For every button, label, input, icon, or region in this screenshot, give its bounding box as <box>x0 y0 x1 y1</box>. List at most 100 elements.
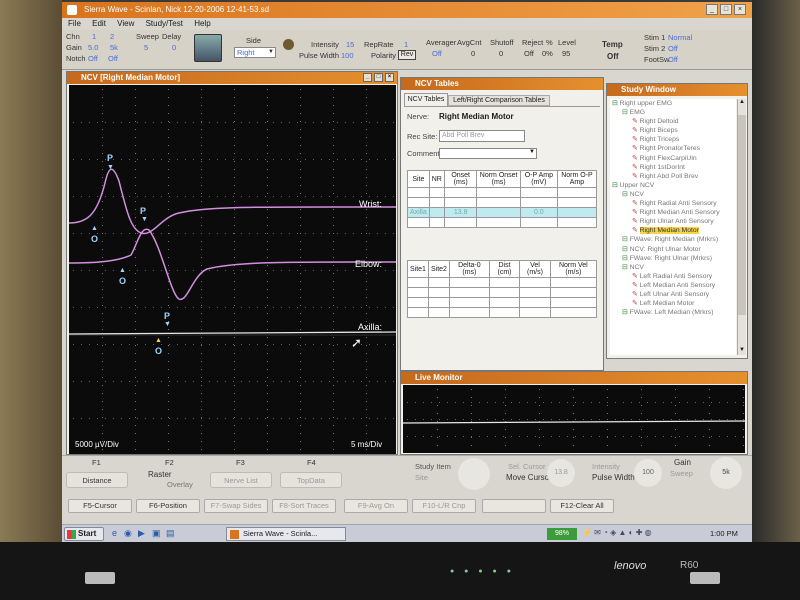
table-cell[interactable] <box>519 197 558 208</box>
scroll-down-icon[interactable]: ▼ <box>738 347 746 355</box>
tab-left-right-comparison[interactable]: Left/Right Comparison Tables <box>448 95 550 106</box>
axilla-onset-marker[interactable]: O <box>155 346 162 356</box>
overlay-label[interactable]: Overlay <box>167 480 193 489</box>
table-cell[interactable] <box>428 187 445 198</box>
wrist-peak-marker[interactable]: P <box>107 153 113 163</box>
study-tree-item[interactable]: ⊟ FWave: Right Median (Mrkrs) <box>610 235 736 244</box>
table-cell[interactable] <box>407 197 430 208</box>
table-cell[interactable] <box>488 277 521 288</box>
table-cell[interactable] <box>549 277 598 288</box>
table-cell[interactable] <box>519 297 551 308</box>
table-cell[interactable] <box>556 187 598 198</box>
study-tree-item[interactable]: ✎ Right Triceps <box>610 135 736 144</box>
table-cell[interactable] <box>407 277 429 288</box>
study-tree-item[interactable]: ✎ Left Median Motor <box>610 299 736 308</box>
site-label[interactable]: Site <box>415 473 428 482</box>
quicklaunch-media-icon[interactable]: ▶ <box>138 528 145 539</box>
table-cell[interactable] <box>448 297 490 308</box>
study-tree-item[interactable]: ✎ Left Radial Anti Sensory <box>610 272 736 281</box>
sel-cursor-label[interactable]: Sel. Cursor <box>508 462 546 471</box>
stim1-value[interactable]: Normal <box>668 33 692 42</box>
table-cell[interactable] <box>407 187 430 198</box>
fn-intensity-label[interactable]: Intensity <box>592 462 620 471</box>
delay-value[interactable]: 0 <box>172 43 176 52</box>
scroll-up-icon[interactable]: ▲ <box>738 99 746 107</box>
footsw-value[interactable]: Off <box>668 55 678 64</box>
study-tree-item[interactable]: ⊟ Right upper EMG <box>610 99 736 108</box>
averager-value[interactable]: Off <box>432 49 442 58</box>
table-cell[interactable] <box>427 307 450 318</box>
table-cell[interactable] <box>549 307 598 318</box>
study-tree-item[interactable]: ⊟ NCV: Right Ulnar Motor <box>610 245 736 254</box>
axilla-peak-marker[interactable]: P <box>164 311 170 321</box>
fkey-button[interactable]: F6-Position <box>136 499 200 513</box>
table-cell[interactable] <box>443 187 478 198</box>
menu-study-test[interactable]: Study/Test <box>146 19 183 28</box>
study-tree-item[interactable]: ✎ Right PronatorTeres <box>610 144 736 153</box>
study-tree-item[interactable]: ⊟ Upper NCV <box>610 181 736 190</box>
table-row[interactable]: Axilla 13.8 0.0 <box>407 207 598 218</box>
nerve-list-button[interactable]: Nerve List <box>210 472 272 488</box>
pulse-width-knob[interactable]: 100 <box>634 459 662 487</box>
table-cell[interactable] <box>519 217 558 228</box>
table-cell[interactable] <box>407 307 429 318</box>
elbow-peak-marker[interactable]: P <box>140 206 146 216</box>
study-tree-item[interactable]: ⊟ EMG <box>610 108 736 117</box>
comment-field[interactable]: ▼ <box>439 148 537 159</box>
table-cell[interactable] <box>488 297 521 308</box>
fkey-button[interactable]: F8-Sort Traces <box>272 499 336 513</box>
study-tree-item[interactable]: ✎ Right Ulnar Anti Sensory <box>610 217 736 226</box>
cursor-knob[interactable]: 13.8 <box>547 459 575 487</box>
elbow-onset-marker[interactable]: O <box>119 276 126 286</box>
chn-1-value[interactable]: 1 <box>92 32 96 41</box>
fn-sweep-label[interactable]: Sweep <box>670 469 693 478</box>
study-tree-item[interactable]: ✎ Left Ulnar Anti Sensory <box>610 290 736 299</box>
table-cell[interactable] <box>448 277 490 288</box>
table-row[interactable] <box>407 197 598 208</box>
fn-pulse-width-label[interactable]: Pulse Width <box>592 473 635 482</box>
table-cell[interactable] <box>407 297 429 308</box>
quicklaunch-folder-icon[interactable]: ▤ <box>166 528 175 539</box>
study-tree-item[interactable]: ✎ Right Biceps <box>610 126 736 135</box>
table-row[interactable] <box>407 277 598 288</box>
tray-icons[interactable]: ⚡ ✉ ◔ ◈ ▲ ◐ ✚ ◍ <box>582 528 652 537</box>
fkey-button[interactable]: F7-Swap Sides <box>204 499 268 513</box>
tab-ncv-tables[interactable]: NCV Tables <box>404 93 448 106</box>
table-cell[interactable] <box>407 217 430 228</box>
study-tree-item[interactable]: ⊟ NCV <box>610 190 736 199</box>
study-tree-item[interactable]: ⊟ NCV <box>610 263 736 272</box>
notch-2-value[interactable]: Off <box>108 54 118 63</box>
table-cell[interactable] <box>549 297 598 308</box>
maximize-button[interactable]: □ <box>720 4 732 15</box>
chn-2-value[interactable]: 2 <box>110 32 114 41</box>
study-item-label[interactable]: Study Item <box>415 462 451 471</box>
pulse-width-value[interactable]: 100 <box>341 51 354 60</box>
table-cell[interactable] <box>519 287 551 298</box>
gain-1-value[interactable]: 5.0 <box>88 43 98 52</box>
table-cell[interactable] <box>476 197 521 208</box>
table-cell[interactable]: Axilla <box>407 207 430 218</box>
table-cell[interactable] <box>556 197 598 208</box>
table-cell[interactable] <box>519 307 551 318</box>
table-cell[interactable]: 0.0 <box>519 207 558 218</box>
study-tree-item[interactable]: ⊟ FWave: Right Ulnar (Mrkrs) <box>610 254 736 263</box>
reprate-value[interactable]: 1 <box>404 40 408 49</box>
fkey-button[interactable]: F5-Cursor <box>68 499 132 513</box>
table-cell[interactable] <box>427 277 450 288</box>
panel-minimize-button[interactable]: _ <box>363 73 372 82</box>
table-cell[interactable] <box>427 287 450 298</box>
fkey-button[interactable] <box>482 499 546 513</box>
table-row[interactable] <box>407 217 598 228</box>
table-cell[interactable] <box>428 217 445 228</box>
panel-maximize-button[interactable]: □ <box>374 73 383 82</box>
study-tree-item[interactable]: ✎ Right Median Motor <box>610 226 736 235</box>
minimize-button[interactable]: _ <box>706 4 718 15</box>
sweep-value[interactable]: 5 <box>144 43 148 52</box>
fkey-button[interactable]: F10-L/R Cnp <box>412 499 476 513</box>
quicklaunch-desktop-icon[interactable]: ▣ <box>152 528 161 539</box>
taskbar-sierra-wave[interactable]: Sierra Wave - Scinla... <box>226 527 346 541</box>
study-tree-item[interactable]: ✎ Right Median Anti Sensory <box>610 208 736 217</box>
table-cell[interactable] <box>448 307 490 318</box>
table-cell[interactable] <box>556 217 598 228</box>
table-cell[interactable] <box>443 217 478 228</box>
